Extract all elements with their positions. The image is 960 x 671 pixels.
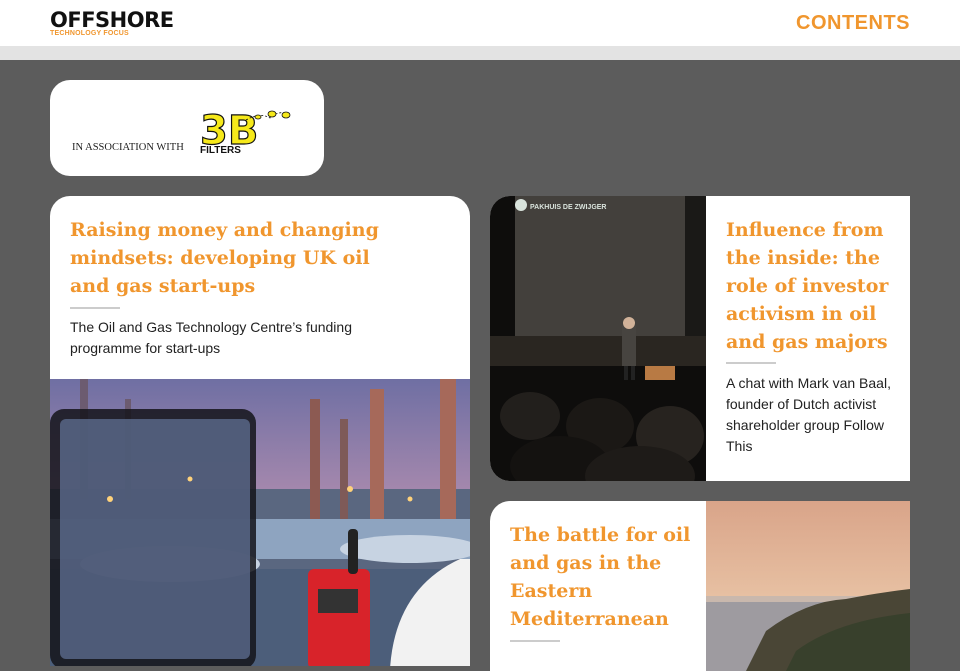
sponsor-label: IN ASSOCIATION WITH [72, 142, 184, 153]
article-card-eastern-mediterranean[interactable]: The battle for oil and gas in the Easter… [490, 501, 910, 671]
stage-caption: PAKHUIS DE ZWIJGER [530, 204, 607, 211]
refinery-image[interactable] [50, 379, 470, 666]
header-divider-strip [0, 46, 960, 60]
logo-wordmark: OFFSHORE [50, 8, 174, 32]
coastline-image[interactable] [706, 501, 910, 671]
bee-icon [254, 114, 262, 120]
article-description: The Oil and Gas Technology Centre’s fund… [70, 319, 352, 356]
contents-link[interactable]: CONTENTS [796, 12, 910, 35]
article-card-startups[interactable]: Raising money and changing mindsets: dev… [50, 196, 470, 666]
article-title[interactable]: Influence from the inside: the role of i… [726, 216, 896, 356]
title-divider [510, 640, 560, 642]
sponsor-card[interactable]: IN ASSOCIATION WITH 3B FILTERS [50, 80, 324, 176]
title-divider [726, 362, 776, 364]
offshore-logo[interactable]: OFFSHORE TECHNOLOGY FOCUS [50, 10, 174, 38]
top-bar: OFFSHORE TECHNOLOGY FOCUS CONTENTS [0, 0, 960, 46]
article-card-investor-activism[interactable]: PAKHUIS DE ZWIJGER Influence from the in… [490, 196, 910, 481]
sponsor-logo-3b-filters: 3B FILTERS [200, 107, 291, 156]
title-divider [70, 307, 120, 309]
article-title[interactable]: Raising money and changing mindsets: dev… [70, 216, 390, 300]
article-description: A chat with Mark van Baal, founder of Du… [726, 375, 891, 454]
bee-icon [267, 110, 277, 118]
bee-icon [281, 111, 291, 119]
conference-stage-image[interactable]: PAKHUIS DE ZWIJGER [490, 196, 706, 481]
article-title[interactable]: The battle for oil and gas in the Easter… [510, 521, 695, 633]
sponsor-logo-small: FILTERS [200, 145, 241, 156]
